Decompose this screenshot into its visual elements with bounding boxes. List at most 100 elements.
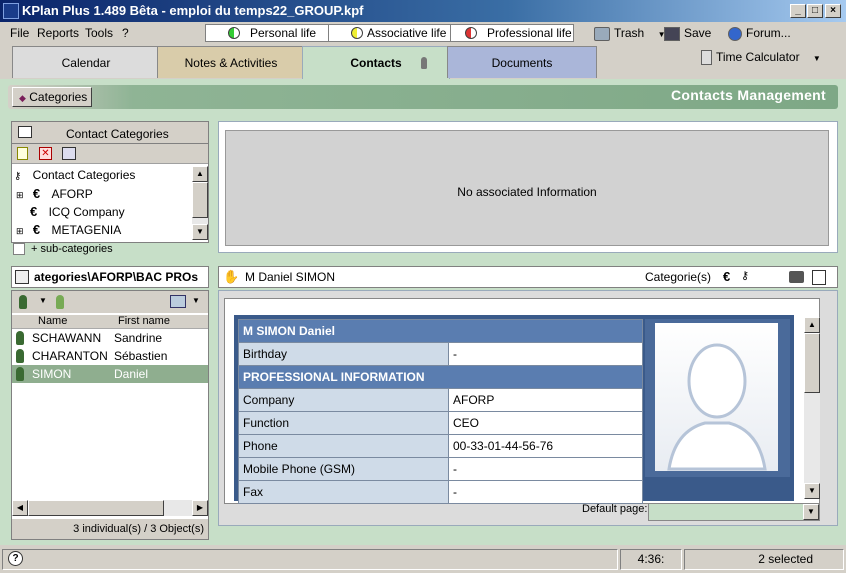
euro-icon: €: [30, 204, 38, 219]
contact-list-header: Name First name: [12, 315, 208, 329]
tree-item-aforp[interactable]: ⊞ € AFORP: [16, 186, 93, 201]
hand-icon[interactable]: ✋: [223, 269, 239, 285]
categories-label: Categorie(s): [645, 270, 712, 284]
scroll-thumb[interactable]: [804, 333, 820, 393]
contact-first-name: Daniel: [114, 367, 149, 381]
category-path-bar: ategories\AFORP\BAC PROs: [11, 266, 209, 288]
add-contact-icon[interactable]: [19, 295, 27, 309]
delete-contact-icon[interactable]: [56, 295, 64, 309]
fax-value[interactable]: -: [448, 480, 643, 504]
categories-button-label: Categories: [29, 90, 88, 104]
expand-icon[interactable]: ⊞: [16, 226, 24, 236]
table-row-selected[interactable]: SIMON Daniel: [12, 365, 208, 383]
company-value[interactable]: AFORP: [448, 388, 643, 412]
tab-professional-life[interactable]: Professional life: [450, 24, 574, 42]
column-name[interactable]: Name: [38, 315, 67, 327]
status-bar: ? 4:36: 2 selected: [0, 546, 846, 573]
forum-button[interactable]: Forum...: [728, 26, 791, 41]
fax-label: Fax: [238, 480, 449, 504]
title-bar: KPlan Plus 1.489 Bêta - emploi du temps2…: [0, 0, 846, 22]
birthday-value[interactable]: -: [448, 342, 643, 366]
new-category-icon[interactable]: [17, 147, 28, 160]
card-scrollbar[interactable]: ▲ ▼: [804, 317, 820, 499]
trash-icon: [594, 26, 610, 41]
categories-button[interactable]: ◆ Categories: [12, 87, 92, 107]
minimize-button[interactable]: _: [790, 4, 806, 18]
scroll-up-button[interactable]: ▲: [804, 317, 820, 333]
associated-info-panel: No associated Information: [218, 121, 838, 253]
scroll-down-button[interactable]: ▼: [192, 224, 208, 240]
scroll-down-button[interactable]: ▼: [804, 483, 820, 499]
contact-header-name: M Daniel SIMON: [245, 270, 336, 284]
view-options-dropdown-icon[interactable]: ▼: [192, 296, 200, 305]
default-page-label: Default page:: [582, 503, 648, 515]
contact-person-icon: [16, 331, 24, 345]
print-icon[interactable]: [789, 271, 804, 283]
status-time: 4:36:: [620, 549, 682, 570]
forum-icon: [728, 26, 742, 41]
euro-icon: €: [723, 269, 731, 284]
tab-contacts[interactable]: Contacts: [302, 46, 450, 80]
scroll-right-button[interactable]: ▶: [192, 500, 208, 516]
print-preview-icon[interactable]: [812, 270, 826, 285]
professional-life-icon: [465, 27, 477, 39]
tab-documents[interactable]: Documents: [447, 46, 597, 78]
help-icon[interactable]: ?: [8, 551, 23, 566]
column-first-name[interactable]: First name: [118, 315, 170, 327]
associative-life-icon: [351, 27, 363, 39]
trash-button[interactable]: Trash ▼: [594, 26, 666, 41]
scroll-thumb[interactable]: [28, 500, 164, 516]
contact-photo[interactable]: [655, 323, 778, 471]
tab-associative-life[interactable]: Associative life: [328, 24, 452, 42]
personal-life-icon: [228, 27, 240, 39]
tab-personal-life[interactable]: Personal life: [205, 24, 330, 42]
delete-category-icon[interactable]: ✕: [39, 147, 52, 160]
table-row[interactable]: CHARANTON Sébastien: [12, 347, 208, 365]
tree-item-metagenia[interactable]: ⊞ € METAGENIA: [16, 222, 121, 237]
menu-help[interactable]: ?: [122, 26, 129, 40]
menu-tools[interactable]: Tools: [85, 26, 113, 40]
tree-item-label: AFORP: [51, 187, 93, 201]
photo-frame: [645, 319, 790, 477]
maximize-button[interactable]: □: [807, 4, 823, 18]
default-page-select[interactable]: ▼: [648, 503, 820, 521]
path-icon: [15, 270, 29, 284]
tree-scrollbar[interactable]: ▲ ▼: [192, 166, 208, 240]
edit-category-icon[interactable]: [62, 147, 76, 160]
save-icon: [664, 26, 680, 41]
mobile-label: Mobile Phone (GSM): [238, 457, 449, 481]
scroll-thumb[interactable]: [192, 182, 208, 218]
function-value[interactable]: CEO: [448, 411, 643, 435]
category-path-text: ategories\AFORP\BAC PROs: [34, 270, 199, 284]
chevron-down-icon[interactable]: ▼: [803, 504, 819, 520]
tree-root[interactable]: ⚷ Contact Categories: [14, 168, 135, 182]
scroll-up-button[interactable]: ▲: [192, 166, 208, 182]
personal-life-label: Personal life: [250, 26, 317, 40]
tab-calendar[interactable]: Calendar: [12, 46, 160, 78]
close-button[interactable]: ×: [825, 4, 841, 18]
window-title: KPlan Plus 1.489 Bêta - emploi du temps2…: [22, 3, 364, 18]
subcategories-checkbox[interactable]: [13, 243, 25, 255]
contact-categories-header-label: Contact Categories: [66, 127, 169, 141]
tab-notes-activities[interactable]: Notes & Activities: [157, 46, 305, 78]
scroll-left-button[interactable]: ◀: [12, 500, 28, 516]
phone-value[interactable]: 00-33-01-44-56-76: [448, 434, 643, 458]
associated-info-box: No associated Information: [225, 130, 829, 246]
contact-list-hscrollbar[interactable]: ◀ ▶: [12, 500, 208, 516]
contact-categories-panel: Contact Categories ✕ ⚷ Contact Categorie…: [11, 121, 209, 243]
add-contact-dropdown-icon[interactable]: ▼: [39, 296, 47, 305]
contact-list-toolbar: ▼ ▼: [12, 291, 208, 313]
tree-item-icq-company[interactable]: € ICQ Company: [30, 204, 125, 219]
menu-file[interactable]: File: [10, 26, 29, 40]
view-options-icon[interactable]: [170, 295, 186, 308]
category-tree: ⚷ Contact Categories ⊞ € AFORP € ICQ Com…: [12, 166, 192, 238]
contact-count-summary: 3 individual(s) / 3 Object(s): [12, 519, 208, 539]
avatar-silhouette-icon: [667, 343, 767, 471]
key-icon[interactable]: ⚷: [741, 269, 749, 282]
mobile-value[interactable]: -: [448, 457, 643, 481]
euro-icon: €: [32, 186, 41, 201]
expand-icon[interactable]: ⊞: [16, 190, 24, 200]
menu-reports[interactable]: Reports: [37, 26, 79, 40]
save-button[interactable]: Save: [664, 26, 711, 41]
table-row[interactable]: SCHAWANN Sandrine: [12, 329, 208, 347]
